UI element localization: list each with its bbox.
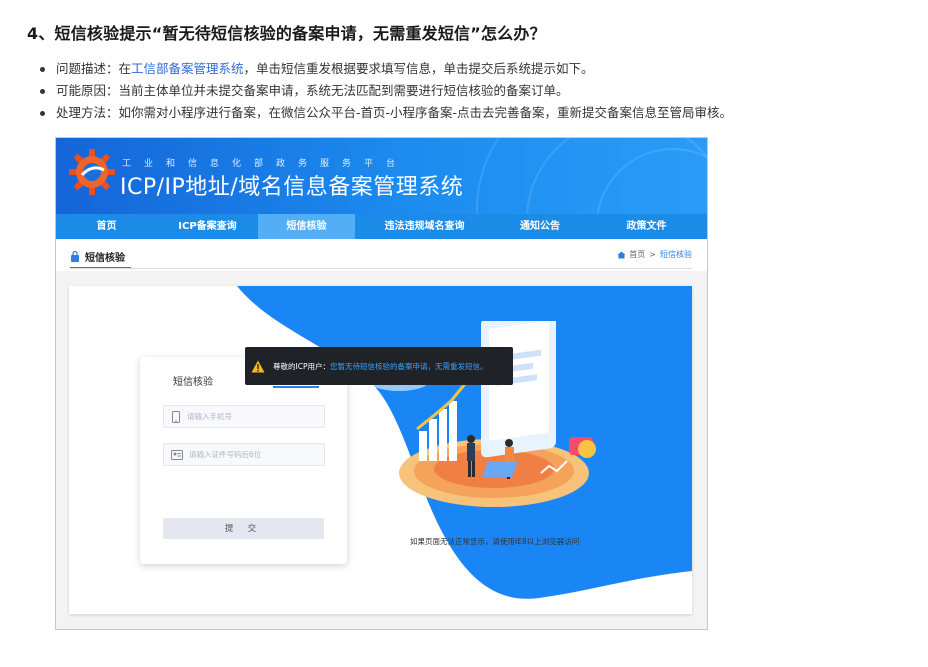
bullet-text: 当前主体单位并未提交备案申请，系统无法匹配到需要进行短信核验的备案订单。 [118,83,569,98]
page-tab-bar: 短信核验 首页 > 短信核验 [56,239,707,271]
banner-subtitle: 工业和信息化部政务服务平台 [122,159,409,169]
beian-system-link[interactable]: 工信部备案管理系统 [131,61,244,76]
explanation-list: 问题描述：在工信部备案管理系统，单击短信重发根据要求填写信息，单击提交后系统提示… [38,58,732,124]
phone-placeholder: 请输入手机号 [187,412,232,421]
list-item-cause: 可能原因：当前主体单位并未提交备案申请，系统无法匹配到需要进行短信核验的备案订单… [38,80,732,102]
tab-sms-verify[interactable]: 短信核验 [70,245,131,269]
toast-message: 您暂无待短信核验的备案申请，无需重发短信。 [329,361,488,371]
embedded-screenshot: 工业和信息化部政务服务平台 ICP/IP地址/域名信息备案管理系统 首页 ICP… [55,137,708,630]
form-tab-title[interactable]: 短信核验 [173,373,213,388]
list-item-solution: 处理方法：如你需对小程序进行备案，在微信公众平台-首页-小程序备案-点击去完善备… [38,102,732,124]
bullet-label: 问题描述： [56,61,119,76]
nav-item-illegal-domain[interactable]: 违法违规域名查询 [355,214,494,239]
home-icon [617,251,626,258]
id-card-icon [171,449,183,460]
lock-icon [71,250,79,262]
breadcrumb: 首页 > 短信核验 [617,249,692,260]
form-tab-indicator [273,386,319,388]
nav-item-icp-query[interactable]: ICP备案查询 [157,214,258,239]
error-toast: 尊敬的ICP用户：您暂无待短信核验的备案申请，无需重发短信。 [245,347,513,385]
main-nav: 首页 ICP备案查询 短信核验 违法违规域名查询 通知公告 政策文件 [56,214,707,239]
bullet-label: 可能原因： [56,83,119,98]
bullet-text: 如你需对小程序进行备案，在微信公众平台-首页-小程序备案-点击去完善备案，重新提… [118,105,733,120]
nav-item-notices[interactable]: 通知公告 [494,214,586,239]
toast-prefix: 尊敬的ICP用户： [273,361,330,371]
phone-icon [172,410,180,423]
section-heading: 4、短信核验提示“暂无待短信核验的备案申请，无需重发短信”怎么办？ [27,24,546,43]
nav-item-sms-verify[interactable]: 短信核验 [258,214,355,239]
verify-panel: 短信核验 请输入手机号 请输入证件号码后6位 提 交 如果页面无法正常显示，请使… [69,286,692,614]
sms-verify-form: 短信核验 请输入手机号 请输入证件号码后6位 提 交 [140,357,347,564]
submit-button[interactable]: 提 交 [163,518,324,539]
breadcrumb-separator: > [649,250,656,259]
warning-icon [251,360,265,372]
nav-item-home[interactable]: 首页 [56,214,157,239]
id-number-placeholder: 请输入证件号码后6位 [189,450,262,459]
breadcrumb-home[interactable]: 首页 [629,249,645,260]
bullet-text: 在 [118,61,132,76]
id-number-input[interactable]: 请输入证件号码后6位 [163,443,325,466]
tab-divider [70,268,692,269]
site-banner: 工业和信息化部政务服务平台 ICP/IP地址/域名信息备案管理系统 [56,138,707,214]
gear-logo-icon [69,149,115,195]
breadcrumb-current: 短信核验 [660,250,692,259]
phone-input[interactable]: 请输入手机号 [163,405,325,428]
tab-label: 短信核验 [85,252,125,264]
browser-compat-note: 如果页面无法正常显示，请使用IE8以上浏览器访问 [410,537,580,546]
banner-title: ICP/IP地址/域名信息备案管理系统 [120,175,464,200]
bullet-label: 处理方法： [56,105,119,120]
list-item-description: 问题描述：在工信部备案管理系统，单击短信重发根据要求填写信息，单击提交后系统提示… [38,58,732,80]
bullet-text: ，单击短信重发根据要求填写信息，单击提交后系统提示如下。 [243,61,594,76]
nav-item-policy[interactable]: 政策文件 [586,214,707,239]
